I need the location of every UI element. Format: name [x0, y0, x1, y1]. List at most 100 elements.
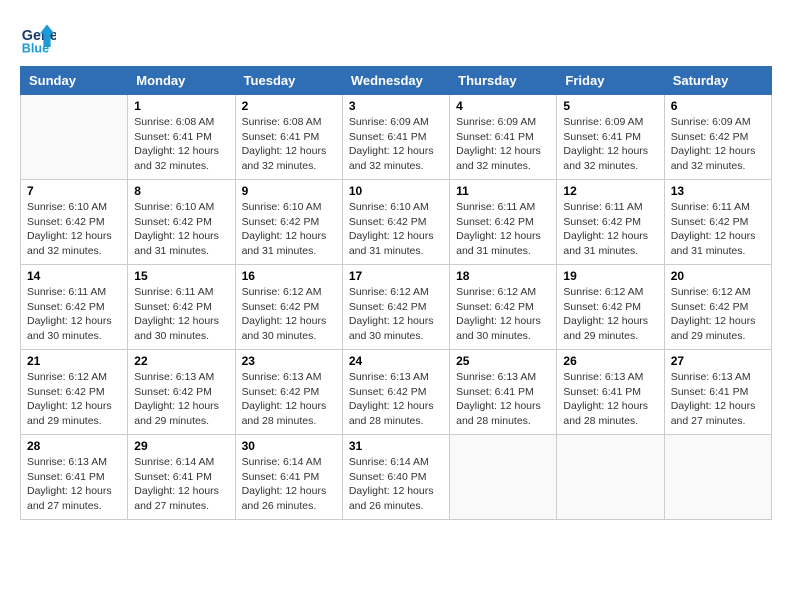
day-number: 13: [671, 184, 765, 198]
day-info: Sunrise: 6:11 AM Sunset: 6:42 PM Dayligh…: [27, 285, 121, 344]
calendar-cell: [664, 435, 771, 520]
day-info: Sunrise: 6:12 AM Sunset: 6:42 PM Dayligh…: [27, 370, 121, 429]
calendar-cell: 27 Sunrise: 6:13 AM Sunset: 6:41 PM Dayli…: [664, 350, 771, 435]
day-info: Sunrise: 6:13 AM Sunset: 6:41 PM Dayligh…: [563, 370, 657, 429]
calendar-cell: 15 Sunrise: 6:11 AM Sunset: 6:42 PM Dayli…: [128, 265, 235, 350]
day-info: Sunrise: 6:14 AM Sunset: 6:41 PM Dayligh…: [242, 455, 336, 514]
day-info: Sunrise: 6:13 AM Sunset: 6:42 PM Dayligh…: [349, 370, 443, 429]
day-number: 17: [349, 269, 443, 283]
calendar-cell: 8 Sunrise: 6:10 AM Sunset: 6:42 PM Daylig…: [128, 180, 235, 265]
day-of-week-header: Monday: [128, 67, 235, 95]
calendar-cell: 1 Sunrise: 6:08 AM Sunset: 6:41 PM Daylig…: [128, 95, 235, 180]
day-info: Sunrise: 6:13 AM Sunset: 6:42 PM Dayligh…: [242, 370, 336, 429]
day-header-row: SundayMondayTuesdayWednesdayThursdayFrid…: [21, 67, 772, 95]
day-number: 28: [27, 439, 121, 453]
day-info: Sunrise: 6:13 AM Sunset: 6:42 PM Dayligh…: [134, 370, 228, 429]
calendar-cell: 11 Sunrise: 6:11 AM Sunset: 6:42 PM Dayli…: [450, 180, 557, 265]
page-header: General Blue: [20, 20, 772, 56]
calendar-cell: 6 Sunrise: 6:09 AM Sunset: 6:42 PM Daylig…: [664, 95, 771, 180]
logo: General Blue: [20, 20, 56, 56]
calendar-cell: 16 Sunrise: 6:12 AM Sunset: 6:42 PM Dayli…: [235, 265, 342, 350]
calendar-cell: 7 Sunrise: 6:10 AM Sunset: 6:42 PM Daylig…: [21, 180, 128, 265]
calendar-cell: 26Sunrise: 6:13 AM Sunset: 6:41 PM Dayli…: [557, 350, 664, 435]
day-number: 31: [349, 439, 443, 453]
day-number: 12: [563, 184, 657, 198]
day-number: 25: [456, 354, 550, 368]
day-number: 19: [563, 269, 657, 283]
day-info: Sunrise: 6:11 AM Sunset: 6:42 PM Dayligh…: [563, 200, 657, 259]
day-number: 7: [27, 184, 121, 198]
day-number: 30: [242, 439, 336, 453]
day-number: 9: [242, 184, 336, 198]
day-number: 1: [134, 99, 228, 113]
calendar-cell: [21, 95, 128, 180]
day-number: 23: [242, 354, 336, 368]
day-number: 18: [456, 269, 550, 283]
day-number: 27: [671, 354, 765, 368]
day-info: Sunrise: 6:09 AM Sunset: 6:42 PM Dayligh…: [671, 115, 765, 174]
day-info: Sunrise: 6:11 AM Sunset: 6:42 PM Dayligh…: [671, 200, 765, 259]
calendar-cell: 31 Sunrise: 6:14 AM Sunset: 6:40 PM Dayli…: [342, 435, 449, 520]
calendar-cell: 21 Sunrise: 6:12 AM Sunset: 6:42 PM Dayli…: [21, 350, 128, 435]
day-number: 11: [456, 184, 550, 198]
day-info: Sunrise: 6:12 AM Sunset: 6:42 PM Dayligh…: [671, 285, 765, 344]
week-row: 28 Sunrise: 6:13 AM Sunset: 6:41 PM Dayli…: [21, 435, 772, 520]
calendar-cell: 3Sunrise: 6:09 AM Sunset: 6:41 PM Daylig…: [342, 95, 449, 180]
day-number: 29: [134, 439, 228, 453]
day-number: 16: [242, 269, 336, 283]
calendar-cell: 23 Sunrise: 6:13 AM Sunset: 6:42 PM Dayli…: [235, 350, 342, 435]
day-number: 2: [242, 99, 336, 113]
day-number: 20: [671, 269, 765, 283]
calendar-cell: 24 Sunrise: 6:13 AM Sunset: 6:42 PM Dayli…: [342, 350, 449, 435]
calendar-cell: 5Sunrise: 6:09 AM Sunset: 6:41 PM Daylig…: [557, 95, 664, 180]
calendar-cell: 12 Sunrise: 6:11 AM Sunset: 6:42 PM Dayli…: [557, 180, 664, 265]
calendar-cell: 29 Sunrise: 6:14 AM Sunset: 6:41 PM Dayli…: [128, 435, 235, 520]
day-info: Sunrise: 6:11 AM Sunset: 6:42 PM Dayligh…: [134, 285, 228, 344]
calendar-table: SundayMondayTuesdayWednesdayThursdayFrid…: [20, 66, 772, 520]
day-number: 4: [456, 99, 550, 113]
day-info: Sunrise: 6:12 AM Sunset: 6:42 PM Dayligh…: [456, 285, 550, 344]
day-info: Sunrise: 6:11 AM Sunset: 6:42 PM Dayligh…: [456, 200, 550, 259]
calendar-cell: 28 Sunrise: 6:13 AM Sunset: 6:41 PM Dayli…: [21, 435, 128, 520]
day-info: Sunrise: 6:09 AM Sunset: 6:41 PM Dayligh…: [456, 115, 550, 174]
day-info: Sunrise: 6:12 AM Sunset: 6:42 PM Dayligh…: [242, 285, 336, 344]
day-number: 15: [134, 269, 228, 283]
calendar-cell: 19Sunrise: 6:12 AM Sunset: 6:42 PM Dayli…: [557, 265, 664, 350]
day-of-week-header: Friday: [557, 67, 664, 95]
day-number: 6: [671, 99, 765, 113]
day-info: Sunrise: 6:12 AM Sunset: 6:42 PM Dayligh…: [349, 285, 443, 344]
week-row: 7 Sunrise: 6:10 AM Sunset: 6:42 PM Daylig…: [21, 180, 772, 265]
week-row: 21 Sunrise: 6:12 AM Sunset: 6:42 PM Dayli…: [21, 350, 772, 435]
day-info: Sunrise: 6:10 AM Sunset: 6:42 PM Dayligh…: [27, 200, 121, 259]
calendar-cell: 17 Sunrise: 6:12 AM Sunset: 6:42 PM Dayli…: [342, 265, 449, 350]
week-row: 14 Sunrise: 6:11 AM Sunset: 6:42 PM Dayli…: [21, 265, 772, 350]
day-info: Sunrise: 6:13 AM Sunset: 6:41 PM Dayligh…: [27, 455, 121, 514]
calendar-cell: 20 Sunrise: 6:12 AM Sunset: 6:42 PM Dayli…: [664, 265, 771, 350]
day-info: Sunrise: 6:10 AM Sunset: 6:42 PM Dayligh…: [242, 200, 336, 259]
calendar-cell: 13 Sunrise: 6:11 AM Sunset: 6:42 PM Dayli…: [664, 180, 771, 265]
day-of-week-header: Wednesday: [342, 67, 449, 95]
day-info: Sunrise: 6:10 AM Sunset: 6:42 PM Dayligh…: [134, 200, 228, 259]
day-number: 21: [27, 354, 121, 368]
day-number: 8: [134, 184, 228, 198]
day-of-week-header: Sunday: [21, 67, 128, 95]
day-info: Sunrise: 6:08 AM Sunset: 6:41 PM Dayligh…: [242, 115, 336, 174]
calendar-cell: 10Sunrise: 6:10 AM Sunset: 6:42 PM Dayli…: [342, 180, 449, 265]
day-number: 14: [27, 269, 121, 283]
calendar-cell: 18 Sunrise: 6:12 AM Sunset: 6:42 PM Dayli…: [450, 265, 557, 350]
calendar-cell: 25 Sunrise: 6:13 AM Sunset: 6:41 PM Dayli…: [450, 350, 557, 435]
day-number: 5: [563, 99, 657, 113]
day-info: Sunrise: 6:13 AM Sunset: 6:41 PM Dayligh…: [456, 370, 550, 429]
day-info: Sunrise: 6:14 AM Sunset: 6:41 PM Dayligh…: [134, 455, 228, 514]
calendar-cell: [557, 435, 664, 520]
day-of-week-header: Thursday: [450, 67, 557, 95]
day-info: Sunrise: 6:14 AM Sunset: 6:40 PM Dayligh…: [349, 455, 443, 514]
day-number: 24: [349, 354, 443, 368]
day-number: 10: [349, 184, 443, 198]
calendar-cell: 14 Sunrise: 6:11 AM Sunset: 6:42 PM Dayli…: [21, 265, 128, 350]
calendar-cell: 9 Sunrise: 6:10 AM Sunset: 6:42 PM Daylig…: [235, 180, 342, 265]
day-info: Sunrise: 6:08 AM Sunset: 6:41 PM Dayligh…: [134, 115, 228, 174]
day-number: 3: [349, 99, 443, 113]
day-info: Sunrise: 6:13 AM Sunset: 6:41 PM Dayligh…: [671, 370, 765, 429]
logo-icon: General Blue: [20, 20, 56, 56]
